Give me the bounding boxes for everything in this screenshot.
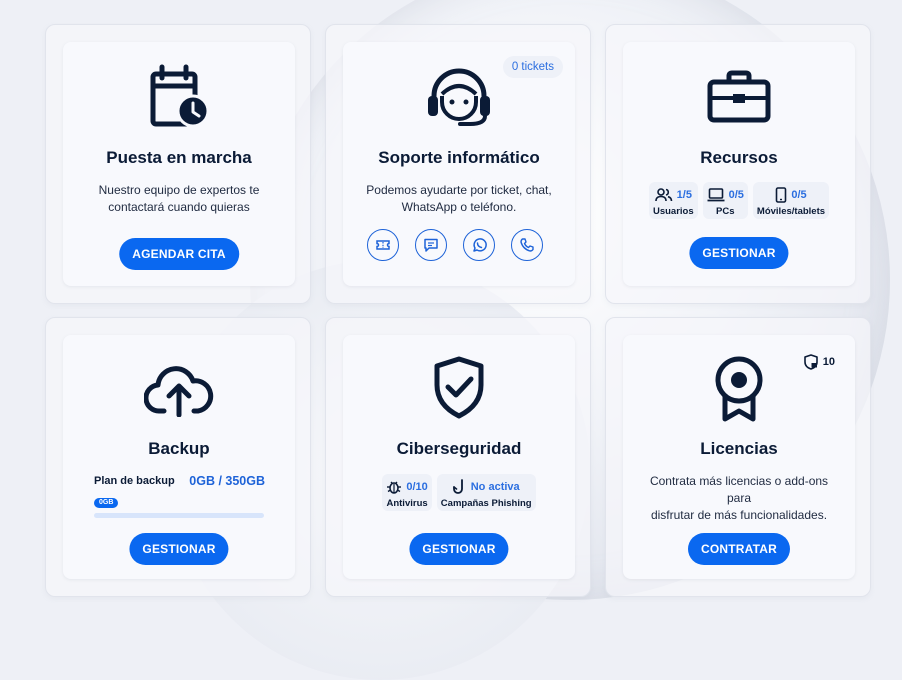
award-ribbon-icon bbox=[715, 356, 763, 422]
card-licencias: 10 Licencias Contrata más licencias o ad… bbox=[605, 317, 871, 597]
stat-value: No activa bbox=[470, 481, 520, 493]
backup-progress-bar bbox=[94, 513, 264, 518]
phone-icon bbox=[520, 238, 534, 252]
stat-label: Usuarios bbox=[652, 206, 694, 217]
card-recursos: Recursos 1/5 Usuarios 0/5 PCs 0/5 Móvile… bbox=[605, 24, 871, 304]
security-stats: 0/10 Antivirus No activa Campañas Phishi… bbox=[343, 474, 575, 511]
gestionar-recursos-button[interactable]: GESTIONAR bbox=[689, 237, 789, 269]
backup-plan-label: Plan de backup bbox=[94, 475, 175, 487]
card-backup: Backup Plan de backup 0GB / 350GB 0GB GE… bbox=[45, 317, 311, 597]
contact-channels bbox=[367, 229, 543, 261]
backup-used-pill: 0GB bbox=[94, 498, 119, 508]
stat-value: 0/5 bbox=[728, 189, 744, 201]
card-title: Recursos bbox=[700, 148, 778, 167]
ticket-icon bbox=[376, 240, 390, 250]
desc-line-2: contactará cuando quieras bbox=[108, 200, 250, 214]
desc-line-2: WhatsApp o teléfono. bbox=[401, 200, 517, 214]
card-puesta-inner: Puesta en marcha Nuestro equipo de exper… bbox=[63, 42, 295, 286]
stat-value: 1/5 bbox=[676, 189, 692, 201]
backup-plan-row: Plan de backup 0GB / 350GB bbox=[94, 474, 265, 488]
shield-lock-icon bbox=[803, 354, 818, 370]
card-soporte-inner: 0 tickets Soporte informático Podemos ay… bbox=[343, 42, 575, 286]
briefcase-icon bbox=[707, 70, 771, 123]
contratar-button[interactable]: CONTRATAR bbox=[687, 533, 791, 565]
card-backup-inner: Backup Plan de backup 0GB / 350GB 0GB GE… bbox=[63, 335, 295, 579]
card-title: Licencias bbox=[700, 439, 778, 458]
resource-stats: 1/5 Usuarios 0/5 PCs 0/5 Móviles/tablets bbox=[623, 182, 855, 219]
stat-pcs: 0/5 PCs bbox=[702, 182, 748, 219]
stat-phishing: No activa Campañas Phishing bbox=[436, 474, 536, 511]
hook-icon bbox=[452, 479, 463, 494]
card-description: Contrata más licencias o add-ons para di… bbox=[637, 473, 841, 524]
card-licencias-inner: 10 Licencias Contrata más licencias o ad… bbox=[623, 335, 855, 579]
card-puesta-en-marcha: Puesta en marcha Nuestro equipo de exper… bbox=[45, 24, 311, 304]
bug-icon bbox=[387, 481, 402, 494]
headset-support-icon bbox=[428, 68, 490, 126]
licenses-badge: 10 bbox=[803, 354, 835, 370]
gestionar-backup-button[interactable]: GESTIONAR bbox=[129, 533, 229, 565]
card-ciberseguridad: Ciberseguridad 0/10 Antivirus No activa … bbox=[325, 317, 591, 597]
card-recursos-inner: Recursos 1/5 Usuarios 0/5 PCs 0/5 Móvile… bbox=[623, 42, 855, 286]
whatsapp-channel-button[interactable] bbox=[463, 229, 495, 261]
whatsapp-icon bbox=[472, 237, 487, 252]
card-ciber-inner: Ciberseguridad 0/10 Antivirus No activa … bbox=[343, 335, 575, 579]
stat-value: 0/10 bbox=[406, 481, 428, 493]
desc-line-2: disfrutar de más funcionalidades. bbox=[650, 508, 828, 522]
users-icon bbox=[654, 188, 672, 202]
stat-usuarios: 1/5 Usuarios bbox=[648, 182, 698, 219]
card-title: Ciberseguridad bbox=[396, 439, 522, 458]
stat-moviles: 0/5 Móviles/tablets bbox=[752, 182, 830, 219]
stat-label: PCs bbox=[716, 206, 735, 217]
stat-label: Campañas Phishing bbox=[440, 498, 532, 509]
chat-icon bbox=[424, 238, 438, 252]
mobile-icon bbox=[776, 187, 787, 203]
chat-channel-button[interactable] bbox=[415, 229, 447, 261]
calendar-clock-icon bbox=[150, 64, 210, 128]
stat-label: Antivirus bbox=[386, 498, 428, 509]
shield-check-icon bbox=[434, 356, 484, 419]
card-title: Puesta en marcha bbox=[106, 148, 252, 167]
stat-antivirus: 0/10 Antivirus bbox=[382, 474, 432, 511]
card-description: Podemos ayudarte por ticket, chat, Whats… bbox=[357, 182, 561, 216]
card-title: Soporte informático bbox=[378, 148, 540, 167]
gestionar-ciberseguridad-button[interactable]: GESTIONAR bbox=[409, 533, 509, 565]
desc-line-1: Nuestro equipo de expertos te bbox=[98, 183, 260, 197]
card-description: Nuestro equipo de expertos te contactará… bbox=[77, 182, 281, 216]
phone-channel-button[interactable] bbox=[511, 229, 543, 261]
cloud-upload-icon bbox=[144, 366, 214, 417]
laptop-icon bbox=[707, 188, 725, 202]
card-title: Backup bbox=[148, 439, 210, 458]
tickets-badge[interactable]: 0 tickets bbox=[502, 56, 563, 78]
stat-value: 0/5 bbox=[791, 189, 807, 201]
ticket-channel-button[interactable] bbox=[367, 229, 399, 261]
desc-line-1: Podemos ayudarte por ticket, chat, bbox=[366, 183, 552, 197]
licenses-badge-value: 10 bbox=[822, 356, 835, 368]
card-soporte-informatico: 0 tickets Soporte informático Podemos ay… bbox=[325, 24, 591, 304]
agendar-cita-button[interactable]: AGENDAR CITA bbox=[119, 238, 239, 270]
backup-plan-value: 0GB / 350GB bbox=[189, 474, 265, 488]
desc-line-1: Contrata más licencias o add-ons para bbox=[649, 474, 829, 505]
stat-label: Móviles/tablets bbox=[756, 206, 826, 217]
